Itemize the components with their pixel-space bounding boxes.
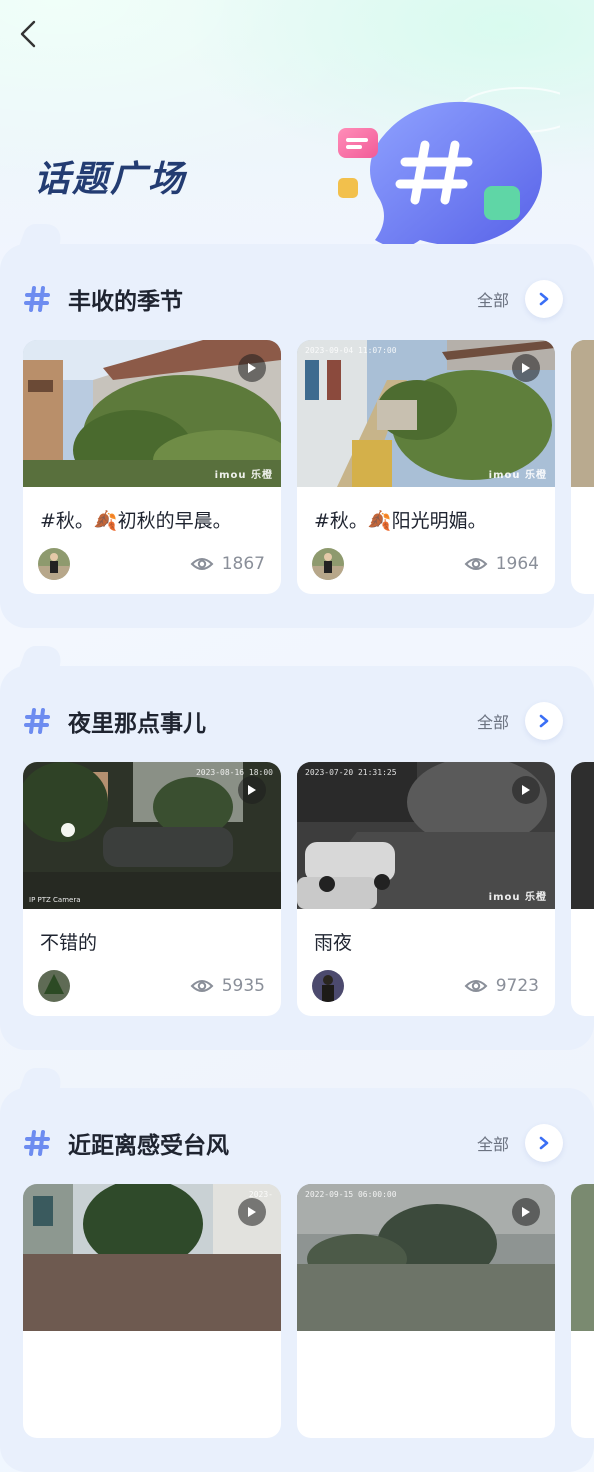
play-button[interactable]: [238, 1198, 266, 1226]
view-count: 5935: [190, 976, 265, 996]
see-all-link[interactable]: 全部: [477, 709, 509, 733]
view-count-value: 1867: [221, 554, 265, 574]
see-all-button[interactable]: [525, 702, 563, 740]
video-thumbnail[interactable]: [571, 762, 594, 909]
back-arrow-icon: [20, 20, 36, 48]
video-thumbnail[interactable]: [571, 1184, 594, 1331]
card-title: 不错的: [40, 932, 98, 954]
timestamp: 2023-09-04 11:07:00: [305, 346, 397, 355]
play-button[interactable]: [512, 776, 540, 804]
camera-watermark: imou 乐橙: [214, 470, 273, 481]
avatar[interactable]: [38, 548, 70, 580]
play-icon: [522, 785, 530, 795]
topic-section: 丰收的季节 全部 imou 乐橙 #秋。🍂初秋的早晨。 1867 2023-09…: [0, 244, 594, 628]
card-carousel[interactable]: 2023- 2022-09-15 06:00:00: [23, 1184, 594, 1444]
avatar[interactable]: [38, 970, 70, 1002]
section-title: 夜里那点事儿: [68, 711, 206, 737]
video-thumbnail[interactable]: 2022-09-15 06:00:00: [297, 1184, 555, 1331]
back-button[interactable]: [14, 18, 42, 50]
video-card[interactable]: [571, 340, 594, 594]
eye-icon: [464, 980, 488, 992]
see-all-button[interactable]: [525, 280, 563, 318]
hashtag-icon: [24, 286, 50, 312]
video-card[interactable]: 2023-07-20 21:31:25 imou 乐橙 雨夜 9723: [297, 762, 555, 1016]
play-icon: [248, 785, 256, 795]
card-carousel[interactable]: 2023-08-16 18:00 IP PTZ Camera 不错的 5935: [23, 762, 594, 1022]
section-title: 丰收的季节: [68, 289, 183, 315]
video-card[interactable]: imou 乐橙 #秋。🍂初秋的早晨。 1867: [23, 340, 281, 594]
camera-watermark: imou 乐橙: [488, 470, 547, 481]
chevron-right-icon: [539, 714, 549, 728]
view-count: 9723: [464, 976, 539, 996]
view-count-value: 5935: [221, 976, 265, 996]
view-count: 1964: [464, 554, 539, 574]
see-all-link[interactable]: 全部: [477, 1131, 509, 1155]
timestamp: 2023-08-16 18:00: [195, 768, 273, 777]
section-title: 近距离感受台风: [68, 1133, 229, 1159]
video-thumbnail[interactable]: [571, 340, 594, 487]
play-icon: [248, 363, 256, 373]
play-icon: [248, 1207, 256, 1217]
timestamp: 2022-09-15 06:00:00: [305, 1190, 397, 1199]
eye-icon: [464, 558, 488, 570]
view-count: 1867: [190, 554, 265, 574]
timestamp: 2023-07-20 21:31:25: [305, 768, 397, 777]
page-title: 话题广场: [34, 159, 187, 200]
hashtag-icon: [24, 708, 50, 734]
video-card[interactable]: 2023-: [23, 1184, 281, 1438]
card-carousel[interactable]: imou 乐橙 #秋。🍂初秋的早晨。 1867 2023-09-04 11:07…: [23, 340, 594, 600]
play-button[interactable]: [512, 354, 540, 382]
hashtag-icon: [24, 1130, 50, 1156]
card-title: #秋。🍂初秋的早晨。: [40, 510, 232, 532]
avatar[interactable]: [312, 970, 344, 1002]
see-all-button[interactable]: [525, 1124, 563, 1162]
camera-watermark: IP PTZ Camera: [29, 896, 81, 904]
see-all-link[interactable]: 全部: [477, 287, 509, 311]
card-title: #秋。🍂阳光明媚。: [314, 510, 487, 532]
video-card[interactable]: 2023-09-04 11:07:00 imou 乐橙 #秋。🍂阳光明媚。 19…: [297, 340, 555, 594]
topic-section: 近距离感受台风 全部 2023- 2022-09-15 06:00:00: [0, 1088, 594, 1472]
video-thumbnail[interactable]: 2023-09-04 11:07:00 imou 乐橙: [297, 340, 555, 487]
topic-section: 夜里那点事儿 全部 2023-08-16 18:00 IP PTZ Camera…: [0, 666, 594, 1050]
video-thumbnail[interactable]: 2023-07-20 21:31:25 imou 乐橙: [297, 762, 555, 909]
video-card[interactable]: 2023-08-16 18:00 IP PTZ Camera 不错的 5935: [23, 762, 281, 1016]
chevron-right-icon: [539, 1136, 549, 1150]
video-thumbnail[interactable]: imou 乐橙: [23, 340, 281, 487]
card-title: 雨夜: [314, 932, 353, 954]
chevron-right-icon: [539, 292, 549, 306]
play-icon: [522, 1207, 530, 1217]
view-count-value: 1964: [495, 554, 539, 574]
play-button[interactable]: [238, 776, 266, 804]
camera-watermark: imou 乐橙: [488, 892, 547, 903]
view-count-value: 9723: [495, 976, 539, 996]
hashtag-bubble-illustration: [338, 87, 560, 248]
video-card[interactable]: [571, 1184, 594, 1438]
eye-icon: [190, 558, 214, 570]
play-icon: [522, 363, 530, 373]
video-card[interactable]: 2022-09-15 06:00:00: [297, 1184, 555, 1438]
eye-icon: [190, 980, 214, 992]
video-thumbnail[interactable]: 2023-08-16 18:00 IP PTZ Camera: [23, 762, 281, 909]
play-button[interactable]: [512, 1198, 540, 1226]
video-thumbnail[interactable]: 2023-: [23, 1184, 281, 1331]
video-card[interactable]: [571, 762, 594, 1016]
play-button[interactable]: [238, 354, 266, 382]
avatar[interactable]: [312, 548, 344, 580]
